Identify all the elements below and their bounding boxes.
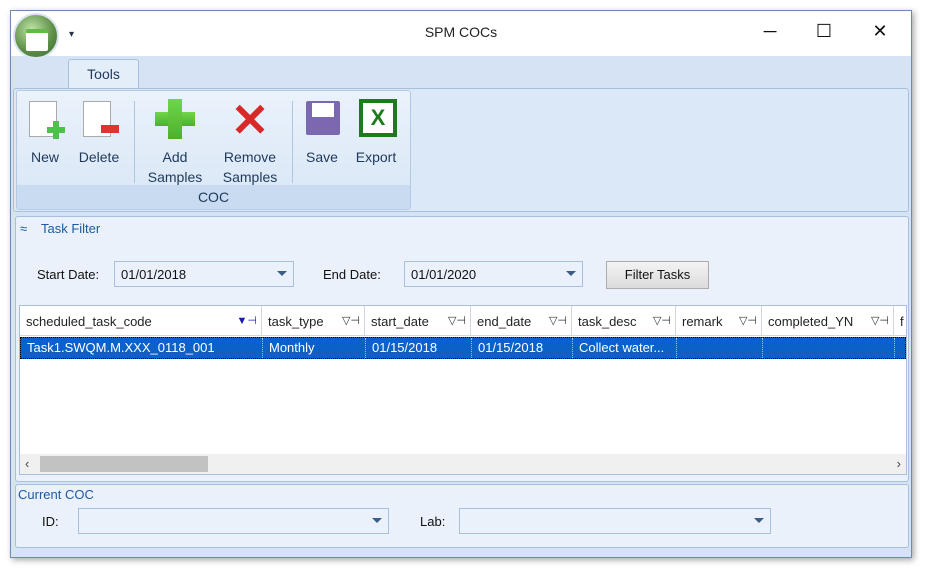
scroll-left-icon[interactable]: ‹ (25, 456, 29, 471)
filter-icon[interactable]: ▽⊣ (448, 314, 466, 327)
title-bar: SPM COCs ▾ ─ ☐ ✕ (11, 11, 911, 56)
start-date-value: 01/01/2018 (121, 267, 187, 282)
export-button[interactable]: X Export (351, 97, 401, 167)
filter-icon[interactable]: ▽⊣ (653, 314, 671, 327)
cell: Task1.SWQM.M.XXX_0118_001 (21, 338, 263, 358)
filter-icon[interactable]: ▽⊣ (739, 314, 757, 327)
new-button[interactable]: New (21, 97, 69, 167)
chevron-down-icon (277, 271, 287, 276)
delete-label: Delete (78, 149, 120, 165)
cell (677, 338, 763, 358)
save-button[interactable]: Save (299, 97, 345, 167)
column-header[interactable]: end_date ▽⊣ (471, 306, 572, 336)
save-label: Save (306, 149, 338, 165)
scroll-thumb[interactable] (40, 456, 208, 472)
current-coc-title: Current COC (18, 487, 94, 502)
cell: Monthly (263, 338, 366, 358)
close-button[interactable]: ✕ (857, 17, 903, 47)
chevron-down-icon (754, 518, 764, 523)
filter-icon[interactable]: ▽⊣ (871, 314, 889, 327)
delete-button[interactable]: Delete (73, 97, 125, 167)
header-text: end_date (477, 314, 532, 329)
export-label: Export (355, 149, 397, 165)
start-date-label: Start Date: (37, 267, 100, 282)
filter-icon[interactable]: ▽⊣ (342, 314, 360, 327)
id-combo[interactable] (78, 508, 389, 534)
lab-label: Lab: (420, 514, 446, 529)
scroll-right-icon[interactable]: › (897, 456, 901, 471)
table-row[interactable]: Task1.SWQM.M.XXX_0118_001 Monthly 01/15/… (20, 337, 906, 359)
green-plus-icon (153, 97, 197, 143)
column-header[interactable]: f (894, 306, 906, 336)
minimize-button[interactable]: ─ (747, 17, 793, 47)
app-menu-button[interactable] (13, 13, 59, 59)
end-date-value: 01/01/2020 (411, 267, 477, 282)
collapse-icon[interactable]: ≈ (20, 221, 27, 236)
lab-combo[interactable] (459, 508, 771, 534)
header-text: task_type (268, 314, 324, 329)
tab-tools[interactable]: Tools (68, 59, 139, 89)
tasks-grid: scheduled_task_code ▼⊣ task_type ▽⊣ start_… (19, 305, 907, 475)
filter-icon[interactable]: ▽⊣ (549, 314, 567, 327)
start-date-picker[interactable]: 01/01/2018 (114, 261, 294, 287)
new-document-icon (23, 97, 67, 143)
separator (292, 101, 293, 183)
header-text: f (900, 314, 904, 329)
remove-samples-label: Remove Samples (222, 149, 278, 185)
ribbon: New Delete Add Samples ✕ Remove Samples … (13, 88, 909, 212)
cell (763, 338, 895, 358)
remove-samples-button[interactable]: ✕ Remove Samples (217, 97, 283, 187)
header-text: scheduled_task_code (26, 314, 152, 329)
current-coc-panel: Current COC ID: Lab: (15, 484, 909, 548)
main-window: SPM COCs ▾ ─ ☐ ✕ Tools New Delete Add Sa… (10, 10, 912, 558)
filter-active-icon[interactable]: ▼⊣ (237, 314, 257, 327)
column-header[interactable]: remark ▽⊣ (676, 306, 762, 336)
coc-group: New Delete Add Samples ✕ Remove Samples … (16, 90, 411, 210)
end-date-picker[interactable]: 01/01/2020 (404, 261, 583, 287)
filter-tasks-button[interactable]: Filter Tasks (606, 261, 709, 289)
column-header[interactable]: task_type ▽⊣ (262, 306, 365, 336)
cell: Collect water... (573, 338, 677, 358)
column-header[interactable]: start_date ▽⊣ (365, 306, 471, 336)
header-text: task_desc (578, 314, 637, 329)
add-samples-button[interactable]: Add Samples (145, 97, 205, 187)
column-header[interactable]: scheduled_task_code ▼⊣ (20, 306, 262, 336)
id-label: ID: (42, 514, 59, 529)
chevron-down-icon (566, 271, 576, 276)
red-x-icon: ✕ (230, 94, 270, 146)
header-text: remark (682, 314, 723, 329)
end-date-label: End Date: (323, 267, 381, 282)
column-header[interactable]: completed_YN ▽⊣ (762, 306, 894, 336)
excel-icon: X (354, 97, 398, 143)
add-samples-label: Add Samples (147, 149, 203, 185)
group-label: COC (17, 185, 410, 209)
horizontal-scrollbar[interactable]: ‹ › (20, 454, 906, 474)
column-header[interactable]: task_desc ▽⊣ (572, 306, 676, 336)
chevron-down-icon (372, 518, 382, 523)
floppy-disk-icon (300, 97, 344, 143)
header-text: completed_YN (768, 314, 854, 329)
new-label: New (30, 149, 59, 165)
delete-document-icon (77, 97, 121, 143)
customize-arrow-icon[interactable]: ▾ (69, 29, 74, 40)
task-filter-title: Task Filter (41, 221, 101, 236)
separator (134, 101, 135, 183)
cell: 01/15/2018 (366, 338, 472, 358)
maximize-button[interactable]: ☐ (801, 17, 847, 47)
header-text: start_date (371, 314, 429, 329)
cell: 01/15/2018 (472, 338, 573, 358)
